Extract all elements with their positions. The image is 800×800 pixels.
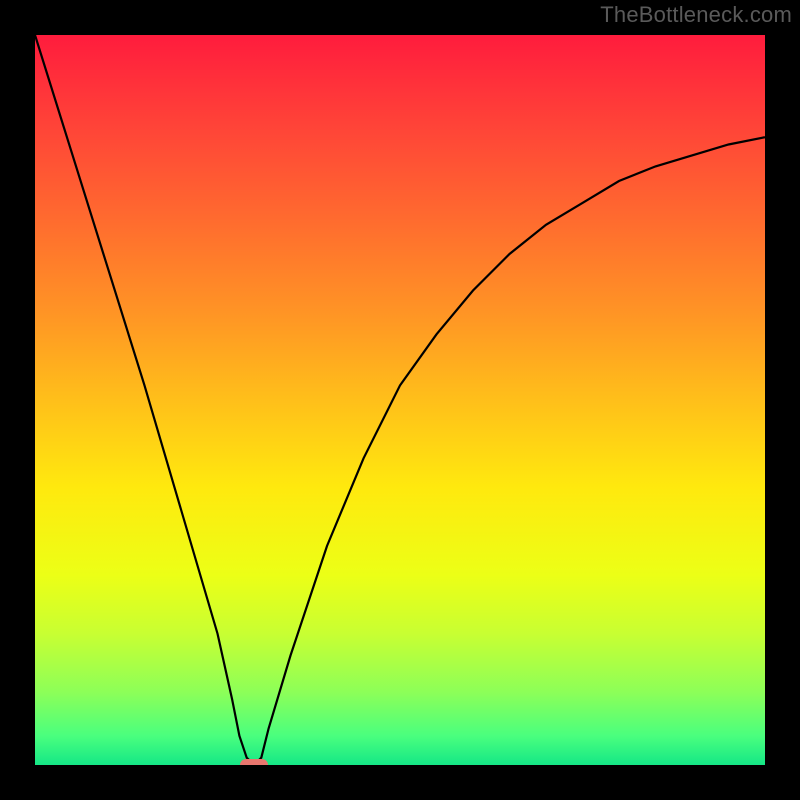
chart-frame: TheBottleneck.com <box>0 0 800 800</box>
chart-svg <box>35 35 765 765</box>
watermark-text: TheBottleneck.com <box>600 2 792 28</box>
plot-area <box>35 35 765 765</box>
optimal-point-marker <box>240 759 268 765</box>
gradient-background <box>35 35 765 765</box>
